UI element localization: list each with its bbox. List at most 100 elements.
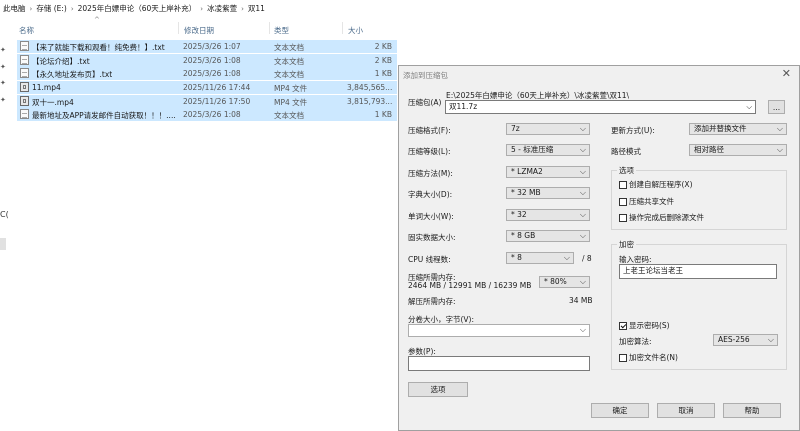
- ok-button[interactable]: 确定: [591, 403, 649, 418]
- file-list: 【来了就能下载和观看！纯免费！】.txt 2025/3/26 1:07 文本文档…: [17, 40, 397, 122]
- archive-name-combo[interactable]: 双11.7z ⌵: [445, 100, 756, 114]
- file-row[interactable]: 11.mp4 2025/11/26 17:44 MP4 文件 3,845,565…: [17, 81, 397, 95]
- checkbox-unchecked-icon: [619, 197, 627, 206]
- breadcrumb: 此电脑 › 存储 (E:) › 2025年白嫖申论（60天上岸补充） › 冰凌紫…: [0, 0, 800, 17]
- column-divider[interactable]: [178, 22, 179, 34]
- crumb-subfolder[interactable]: 冰凌紫萱: [204, 3, 240, 14]
- chevron-down-icon: ⌵: [579, 188, 586, 197]
- checkbox-checked-icon: [619, 321, 627, 330]
- method-select[interactable]: * LZMA2 ⌵: [506, 166, 590, 178]
- crumb-drive[interactable]: 存储 (E:): [33, 3, 70, 14]
- column-divider[interactable]: [269, 22, 270, 34]
- dict-value: * 32 MB: [511, 188, 541, 197]
- split-volume-combo[interactable]: ⌵: [408, 324, 590, 337]
- crumb-this-pc[interactable]: 此电脑: [0, 3, 29, 14]
- delete-source-checkbox[interactable]: 操作完成后删除源文件: [619, 212, 704, 223]
- decompress-memory-label: 解压所需内存:: [408, 297, 456, 306]
- update-mode-select[interactable]: 添加并替换文件 ⌵: [689, 123, 787, 135]
- file-name: 双十一.mp4: [32, 97, 74, 107]
- file-type: 文本文档: [274, 111, 304, 121]
- crumb-folder[interactable]: 2025年白嫖申论（60天上岸补充）: [75, 3, 200, 14]
- memory-percent-select[interactable]: * 80% ⌵: [539, 276, 590, 288]
- file-size: 2 KB: [374, 42, 392, 51]
- file-type: MP4 文件: [274, 97, 308, 107]
- browse-button[interactable]: ...: [768, 100, 785, 114]
- column-date-header[interactable]: 修改日期: [184, 25, 214, 36]
- chevron-down-icon: ⌵: [579, 167, 586, 176]
- word-label: 单词大小(W):: [408, 212, 454, 221]
- encryption-method-select[interactable]: AES-256 ⌵: [713, 334, 778, 346]
- file-name: 最新地址及APP请发邮件自动获取！！！....: [32, 111, 176, 121]
- file-row[interactable]: 【论坛介绍】.txt 2025/3/26 1:08 文本文档 2 KB: [17, 53, 397, 67]
- create-sfx-checkbox[interactable]: 创建自解压程序(X): [619, 179, 693, 190]
- column-size-header[interactable]: 大小: [348, 25, 363, 36]
- pin-icon: ✦: [0, 63, 6, 71]
- file-row[interactable]: 双十一.mp4 2025/11/26 17:50 MP4 文件 3,815,79…: [17, 94, 397, 108]
- nav-pane-selection[interactable]: [0, 238, 6, 250]
- level-select[interactable]: 5 - 标准压缩 ⌵: [506, 144, 590, 156]
- archive-name-value: 双11.7z: [449, 102, 478, 111]
- file-row[interactable]: 【来了就能下载和观看！纯免费！】.txt 2025/3/26 1:07 文本文档…: [17, 40, 397, 53]
- shared-files-label: 压缩共享文件: [629, 197, 674, 206]
- checkbox-unchecked-icon: [619, 180, 627, 189]
- word-select[interactable]: * 32 ⌵: [506, 209, 590, 221]
- shared-files-checkbox[interactable]: 压缩共享文件: [619, 196, 674, 207]
- file-type: MP4 文件: [274, 84, 308, 94]
- chevron-down-icon: ⌵: [563, 253, 570, 262]
- show-password-label: 显示密码(S): [629, 321, 670, 330]
- crumb-current[interactable]: 双11: [245, 3, 268, 14]
- file-size: 1 KB: [374, 110, 392, 120]
- cpu-select[interactable]: * 8 ⌵: [506, 252, 574, 264]
- file-name: 【来了就能下载和观看！纯免费！】.txt: [32, 43, 165, 52]
- help-button[interactable]: 帮助: [723, 403, 781, 418]
- cancel-button[interactable]: 取消: [657, 403, 715, 418]
- pin-icon: ✦: [0, 96, 6, 104]
- solid-value: * 8 GB: [511, 231, 536, 240]
- update-mode-value: 添加并替换文件: [694, 124, 747, 133]
- file-type: 文本文档: [274, 56, 304, 66]
- file-size: 1 KB: [374, 69, 392, 79]
- dict-select[interactable]: * 32 MB ⌵: [506, 187, 590, 199]
- text-file-icon: [20, 68, 29, 79]
- encrypt-names-checkbox[interactable]: 加密文件名(N): [619, 352, 678, 363]
- path-mode-select[interactable]: 相对路径 ⌵: [689, 144, 787, 156]
- level-label: 压缩等级(L):: [408, 147, 451, 156]
- file-size: 2 KB: [374, 55, 392, 65]
- column-divider[interactable]: [342, 22, 343, 34]
- column-type-header[interactable]: 类型: [274, 25, 289, 36]
- file-date: 2025/3/26 1:08: [183, 110, 241, 120]
- options-group-title: 选项: [617, 165, 636, 176]
- format-value: 7z: [511, 124, 520, 133]
- solid-select[interactable]: * 8 GB ⌵: [506, 230, 590, 242]
- file-date: 2025/11/26 17:44: [183, 83, 251, 93]
- close-icon[interactable]: ✕: [782, 67, 791, 80]
- params-input[interactable]: [408, 356, 590, 371]
- file-row[interactable]: 【永久地址发布页】.txt 2025/3/26 1:08 文本文档 1 KB: [17, 67, 397, 81]
- dict-label: 字典大小(D):: [408, 190, 453, 199]
- file-name: 【永久地址发布页】.txt: [32, 70, 113, 80]
- nav-pane-fragment: C(: [0, 210, 9, 219]
- file-size: 3,845,565...: [347, 83, 392, 93]
- solid-label: 固实数据大小:: [408, 233, 456, 242]
- level-value: 5 - 标准压缩: [511, 145, 554, 154]
- memory-percent-value: * 80%: [544, 277, 567, 286]
- chevron-down-icon: ⌵: [579, 145, 586, 154]
- options-button[interactable]: 选项: [408, 382, 468, 397]
- archive-label: 压缩包(A): [408, 98, 442, 107]
- file-row[interactable]: 最新地址及APP请发邮件自动获取！！！.... 2025/3/26 1:08 文…: [17, 108, 397, 122]
- text-file-icon: [20, 41, 29, 51]
- file-type: 文本文档: [274, 70, 304, 80]
- chevron-down-icon: ⌵: [579, 210, 586, 219]
- create-sfx-label: 创建自解压程序(X): [629, 180, 693, 189]
- word-value: * 32: [511, 210, 527, 219]
- path-mode-value: 相对路径: [694, 145, 724, 154]
- file-date: 2025/3/26 1:07: [183, 42, 241, 51]
- show-password-checkbox[interactable]: 显示密码(S): [619, 320, 670, 331]
- column-name-header[interactable]: 名称: [19, 25, 34, 36]
- format-select[interactable]: 7z ⌵: [506, 123, 590, 135]
- password-input[interactable]: 上老王论坛当老王: [619, 264, 777, 279]
- method-label: 压缩方法(M):: [408, 169, 453, 178]
- file-date: 2025/11/26 17:50: [183, 96, 251, 106]
- chevron-down-icon: ⌵: [776, 124, 783, 133]
- cpu-value: * 8: [511, 253, 522, 262]
